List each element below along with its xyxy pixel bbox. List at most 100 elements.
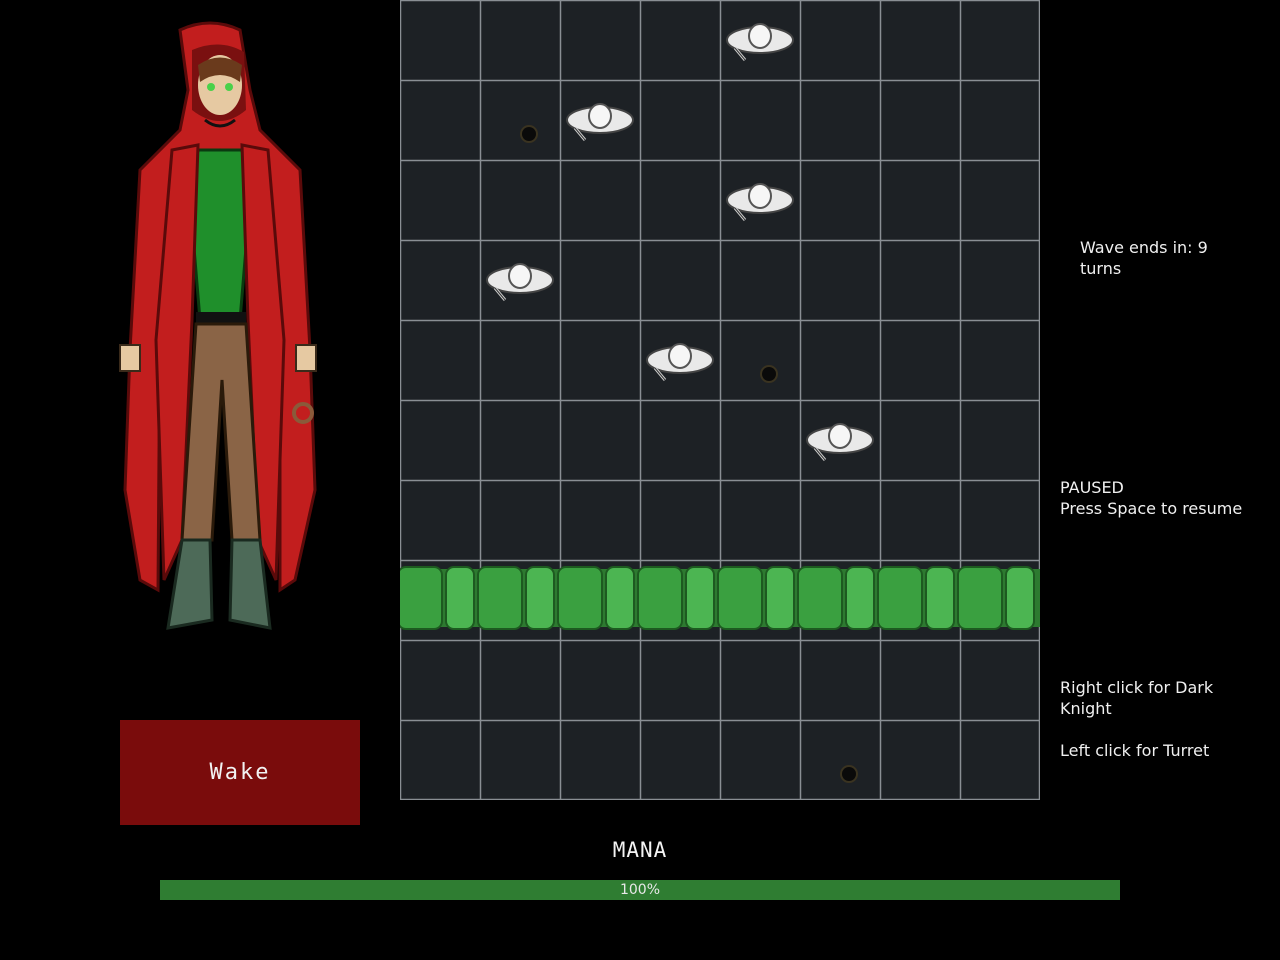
board-cell[interactable] — [800, 80, 880, 160]
board-cell[interactable] — [960, 480, 1040, 560]
board-cell[interactable] — [480, 80, 560, 160]
board-cell[interactable] — [720, 640, 800, 720]
hedge-bush — [525, 566, 555, 630]
board-cell[interactable] — [880, 480, 960, 560]
board-cell[interactable] — [640, 0, 720, 80]
board-cell[interactable] — [480, 320, 560, 400]
board-cell[interactable] — [960, 0, 1040, 80]
left-click-hint: Left click for Turret — [1060, 741, 1210, 760]
board-cell[interactable] — [640, 400, 720, 480]
hedge-bush — [637, 566, 683, 630]
enemy-icon[interactable] — [645, 338, 715, 382]
enemy-icon[interactable] — [485, 258, 555, 302]
board-cell[interactable] — [800, 160, 880, 240]
board-cell[interactable] — [400, 320, 480, 400]
board-cell[interactable] — [640, 240, 720, 320]
board-cell[interactable] — [480, 0, 560, 80]
hedge-bush — [400, 566, 443, 630]
board-cell[interactable] — [960, 160, 1040, 240]
character-portrait — [119, 21, 317, 630]
board-cell[interactable] — [560, 720, 640, 800]
board-cell[interactable] — [960, 400, 1040, 480]
board-cell[interactable] — [880, 400, 960, 480]
board-cell[interactable] — [560, 160, 640, 240]
game-board[interactable] — [400, 0, 1040, 800]
hedge-bush — [845, 566, 875, 630]
board-cell[interactable] — [720, 320, 800, 400]
board-cell[interactable] — [880, 240, 960, 320]
board-cell[interactable] — [400, 480, 480, 560]
board-cell[interactable] — [720, 240, 800, 320]
board-cell[interactable] — [640, 80, 720, 160]
hedge-barrier — [400, 566, 1040, 630]
board-cell[interactable] — [960, 720, 1040, 800]
board-cell[interactable] — [400, 240, 480, 320]
board-cell[interactable] — [560, 240, 640, 320]
mana-label: MANA — [612, 838, 668, 862]
board-cell[interactable] — [880, 0, 960, 80]
game-screen: Wake Wave ends in: 9 turns PAUSED Press … — [0, 0, 1280, 960]
pit-hole — [522, 127, 536, 141]
board-cell[interactable] — [560, 320, 640, 400]
hedge-bush — [685, 566, 715, 630]
board-cell[interactable] — [640, 160, 720, 240]
board-cell[interactable] — [400, 0, 480, 80]
pit-hole — [842, 767, 856, 781]
board-cell[interactable] — [480, 640, 560, 720]
enemy-icon[interactable] — [725, 18, 795, 62]
board-cell[interactable] — [560, 400, 640, 480]
wake-button[interactable]: Wake — [120, 720, 360, 825]
board-cell[interactable] — [720, 80, 800, 160]
board-cell[interactable] — [400, 400, 480, 480]
hedge-bush — [557, 566, 603, 630]
wave-countdown: Wave ends in: 9 turns — [1080, 238, 1208, 278]
board-cell[interactable] — [800, 640, 880, 720]
board-cell[interactable] — [400, 160, 480, 240]
board-cell[interactable] — [960, 640, 1040, 720]
pit-hole — [762, 367, 776, 381]
enemy-icon[interactable] — [725, 178, 795, 222]
enemy-icon[interactable] — [805, 418, 875, 462]
board-cell[interactable] — [800, 720, 880, 800]
hedge-bush — [925, 566, 955, 630]
board-cell[interactable] — [880, 80, 960, 160]
board-cell[interactable] — [560, 640, 640, 720]
board-cell[interactable] — [480, 720, 560, 800]
hedge-bush — [957, 566, 1003, 630]
board-cell[interactable] — [640, 720, 720, 800]
board-cell[interactable] — [960, 80, 1040, 160]
board-cell[interactable] — [720, 480, 800, 560]
hedge-bush — [717, 566, 763, 630]
mana-bar: 100% — [160, 880, 1120, 900]
board-cell[interactable] — [640, 640, 720, 720]
mana-percent: 100% — [619, 882, 661, 898]
hedge-bush — [797, 566, 843, 630]
hedge-bush — [445, 566, 475, 630]
board-cell[interactable] — [640, 480, 720, 560]
board-cell[interactable] — [880, 720, 960, 800]
enemy-icon[interactable] — [565, 98, 635, 142]
board-cell[interactable] — [480, 480, 560, 560]
right-click-hint: Right click for Dark Knight — [1060, 678, 1214, 718]
hedge-bush — [605, 566, 635, 630]
board-cell[interactable] — [960, 320, 1040, 400]
board-cell[interactable] — [800, 240, 880, 320]
board-cell[interactable] — [400, 720, 480, 800]
board-cell[interactable] — [880, 640, 960, 720]
board-cell[interactable] — [560, 0, 640, 80]
board-cell[interactable] — [560, 480, 640, 560]
board-cell[interactable] — [480, 400, 560, 480]
hedge-bush — [765, 566, 795, 630]
board-cell[interactable] — [880, 160, 960, 240]
board-cell[interactable] — [480, 160, 560, 240]
board-cell[interactable] — [800, 480, 880, 560]
board-cell[interactable] — [880, 320, 960, 400]
hedge-bush — [1005, 566, 1035, 630]
board-cell[interactable] — [720, 400, 800, 480]
board-cell[interactable] — [800, 320, 880, 400]
board-cell[interactable] — [400, 640, 480, 720]
board-cell[interactable] — [960, 240, 1040, 320]
board-cell[interactable] — [800, 0, 880, 80]
board-cell[interactable] — [720, 720, 800, 800]
board-cell[interactable] — [400, 80, 480, 160]
